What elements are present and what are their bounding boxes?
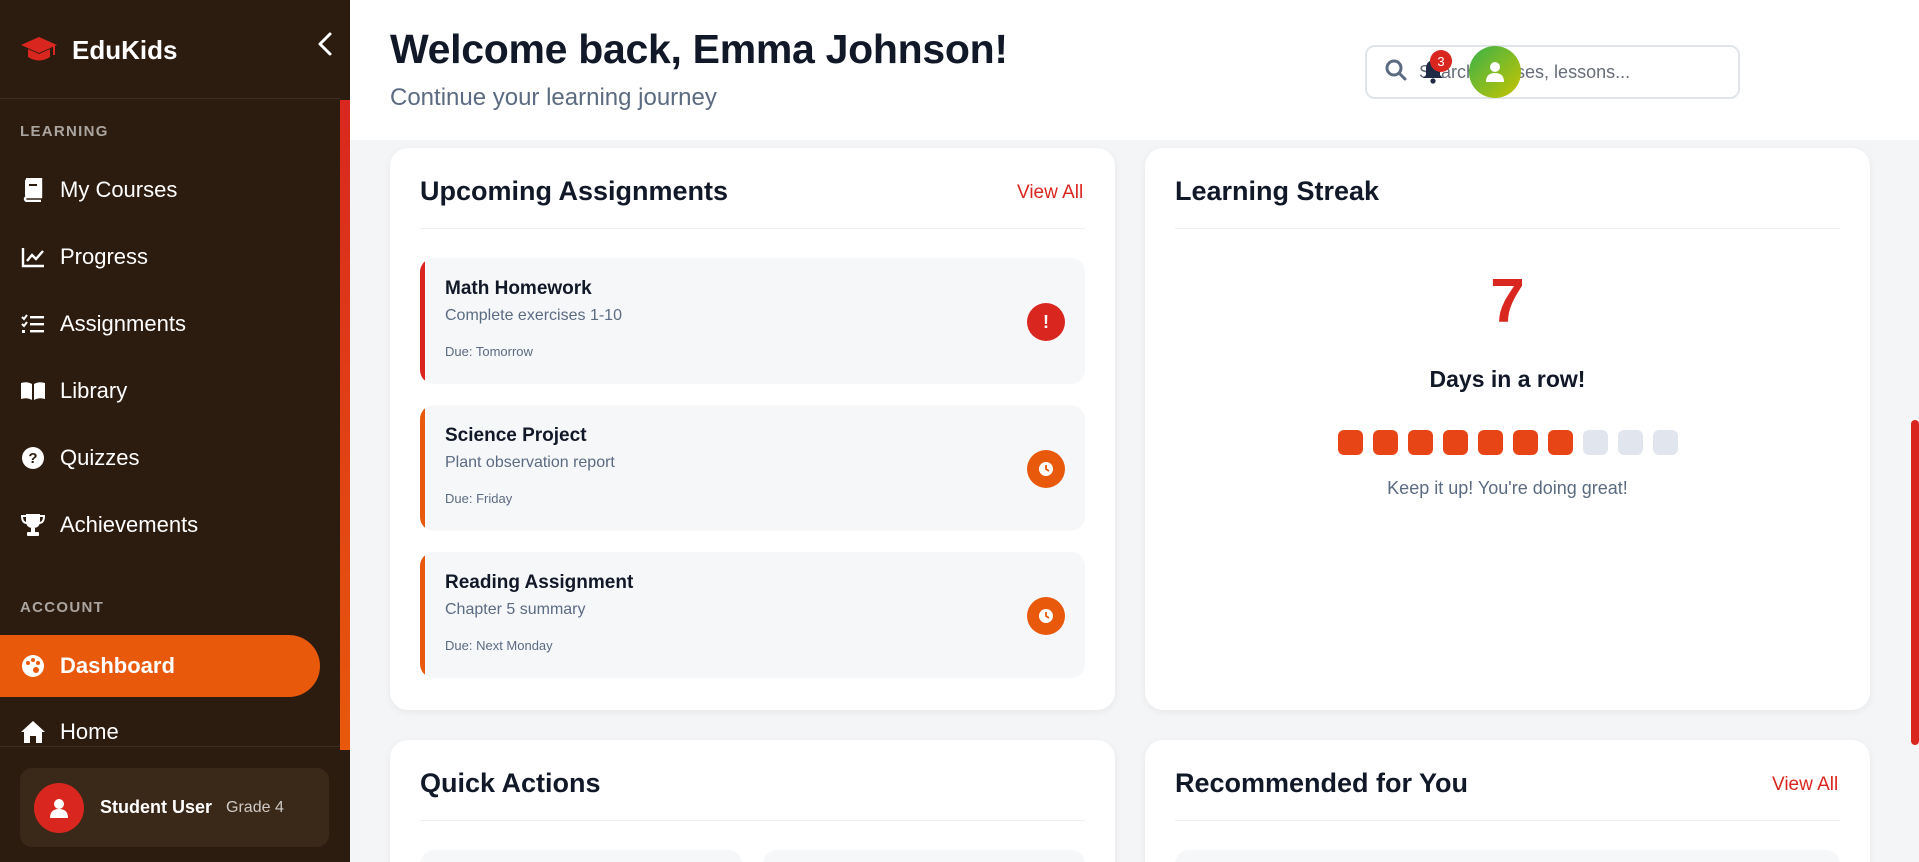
streak-message: Keep it up! You're doing great! bbox=[1387, 478, 1628, 498]
collapse-sidebar-button[interactable] bbox=[312, 30, 338, 58]
sidebar-item-label: Progress bbox=[60, 244, 149, 269]
clock-icon bbox=[1027, 597, 1065, 635]
streak-day-complete bbox=[1477, 430, 1503, 455]
section-label-account: ACCOUNT bbox=[20, 599, 105, 616]
assignment-title: Science Project bbox=[445, 425, 587, 446]
streak-day-pending bbox=[1617, 430, 1643, 455]
page-subtitle: Continue your learning journey bbox=[390, 84, 717, 111]
home-icon bbox=[20, 719, 46, 745]
learning-streak-card: Learning Streak 7 Days in a row! Keep it… bbox=[1145, 148, 1870, 710]
sidebar-item-label: Achievements bbox=[60, 512, 199, 537]
sidebar-divider bbox=[0, 98, 340, 99]
card-divider bbox=[420, 228, 1085, 229]
assignment-due: Due: Tomorrow bbox=[445, 344, 533, 359]
sidebar-item-my-courses[interactable]: My Courses bbox=[0, 159, 320, 221]
assignment-due: Due: Next Monday bbox=[445, 638, 553, 653]
quick-actions-card: Quick Actions bbox=[390, 740, 1115, 862]
user-icon bbox=[50, 798, 68, 818]
sidebar-item-label: Library bbox=[60, 378, 128, 403]
assignment-due: Due: Friday bbox=[445, 491, 513, 506]
view-all-recommended-link[interactable]: View All bbox=[1772, 774, 1838, 796]
view-all-assignments-link[interactable]: View All bbox=[1017, 182, 1083, 204]
streak-day-complete bbox=[1547, 430, 1573, 455]
sidebar-item-home[interactable]: Home bbox=[0, 702, 320, 762]
streak-day-complete bbox=[1407, 430, 1433, 455]
exclamation-icon: ! bbox=[1027, 303, 1065, 341]
priority-bar bbox=[420, 552, 425, 678]
card-title: Upcoming Assignments bbox=[420, 176, 729, 206]
assignment-item[interactable]: Math Homework Complete exercises 1-10 Du… bbox=[420, 258, 1085, 384]
assignment-title: Math Homework bbox=[445, 278, 592, 299]
brand-name: EduKids bbox=[72, 34, 178, 65]
sidebar-item-assignments[interactable]: Assignments bbox=[0, 293, 320, 355]
search-input[interactable] bbox=[1419, 61, 1719, 83]
sidebar-item-label: Dashboard bbox=[60, 653, 175, 678]
assignment-item[interactable]: Science Project Plant observation report… bbox=[420, 405, 1085, 531]
line-chart-icon bbox=[20, 244, 46, 270]
quick-action-tile[interactable] bbox=[420, 850, 742, 862]
notification-badge: 3 bbox=[1430, 50, 1452, 72]
card-divider bbox=[1175, 228, 1840, 229]
priority-bar bbox=[420, 405, 425, 531]
brand-logo[interactable]: EduKids bbox=[20, 30, 177, 70]
user-profile-card[interactable]: Student User Grade 4 bbox=[20, 768, 329, 847]
sidebar-scrollbar[interactable] bbox=[340, 100, 350, 750]
sidebar-item-library[interactable]: Library bbox=[0, 360, 320, 422]
question-circle-icon: ? bbox=[20, 445, 46, 471]
upcoming-assignments-card: Upcoming Assignments View All Math Homew… bbox=[390, 148, 1115, 710]
profile-avatar-button[interactable] bbox=[1469, 46, 1521, 98]
sidebar-item-label: My Courses bbox=[60, 177, 178, 202]
open-book-icon bbox=[20, 378, 46, 404]
user-name: Student User bbox=[100, 797, 213, 817]
sidebar-item-quizzes[interactable]: ? Quizzes bbox=[0, 427, 320, 489]
card-divider bbox=[1175, 820, 1840, 821]
streak-dots bbox=[1145, 430, 1870, 455]
graduation-cap-icon bbox=[20, 35, 58, 65]
assignment-description: Chapter 5 summary bbox=[445, 601, 586, 618]
priority-bar bbox=[420, 258, 425, 384]
svg-text:?: ? bbox=[28, 450, 37, 467]
sidebar-item-label: Assignments bbox=[60, 311, 186, 336]
quick-action-tile[interactable] bbox=[763, 850, 1085, 862]
streak-day-complete bbox=[1372, 430, 1398, 455]
top-header: Welcome back, Emma Johnson! Continue you… bbox=[350, 0, 1919, 140]
streak-label: Days in a row! bbox=[1429, 366, 1586, 392]
sidebar-item-dashboard[interactable]: Dashboard bbox=[0, 635, 320, 697]
sidebar-item-label: Quizzes bbox=[60, 445, 140, 470]
search-icon bbox=[1385, 59, 1407, 85]
assignment-description: Plant observation report bbox=[445, 454, 615, 471]
card-title: Recommended for You bbox=[1175, 768, 1469, 798]
sidebar: EduKids LEARNING My Courses Progress Ass… bbox=[0, 0, 350, 862]
user-icon bbox=[1486, 62, 1504, 82]
user-grade: Grade 4 bbox=[226, 798, 284, 816]
trophy-icon bbox=[20, 512, 46, 538]
card-divider bbox=[420, 820, 1085, 821]
recommended-card: Recommended for You View All bbox=[1145, 740, 1870, 862]
checklist-icon bbox=[20, 311, 46, 337]
assignment-title: Reading Assignment bbox=[445, 572, 634, 593]
sidebar-item-label: Home bbox=[60, 719, 119, 744]
section-label-learning: LEARNING bbox=[20, 123, 109, 140]
streak-day-pending bbox=[1582, 430, 1608, 455]
streak-count: 7 bbox=[1490, 267, 1525, 336]
streak-day-complete bbox=[1512, 430, 1538, 455]
sidebar-item-progress[interactable]: Progress bbox=[0, 226, 320, 288]
clock-icon bbox=[1027, 450, 1065, 488]
streak-day-complete bbox=[1442, 430, 1468, 455]
palette-icon bbox=[20, 653, 46, 679]
sidebar-item-achievements[interactable]: Achievements bbox=[0, 494, 320, 556]
streak-day-pending bbox=[1652, 430, 1678, 455]
assignment-item[interactable]: Reading Assignment Chapter 5 summary Due… bbox=[420, 552, 1085, 678]
page-scrollbar[interactable] bbox=[1911, 420, 1919, 745]
user-avatar bbox=[34, 782, 84, 833]
sidebar-divider bbox=[0, 746, 340, 747]
recommended-item[interactable] bbox=[1175, 850, 1840, 862]
assignment-description: Complete exercises 1-10 bbox=[445, 307, 622, 324]
page-title: Welcome back, Emma Johnson! bbox=[390, 26, 1008, 72]
chevron-left-icon bbox=[318, 32, 332, 56]
streak-day-complete bbox=[1337, 430, 1363, 455]
book-icon bbox=[20, 177, 46, 203]
card-title: Learning Streak bbox=[1175, 176, 1380, 206]
card-title: Quick Actions bbox=[420, 768, 601, 798]
